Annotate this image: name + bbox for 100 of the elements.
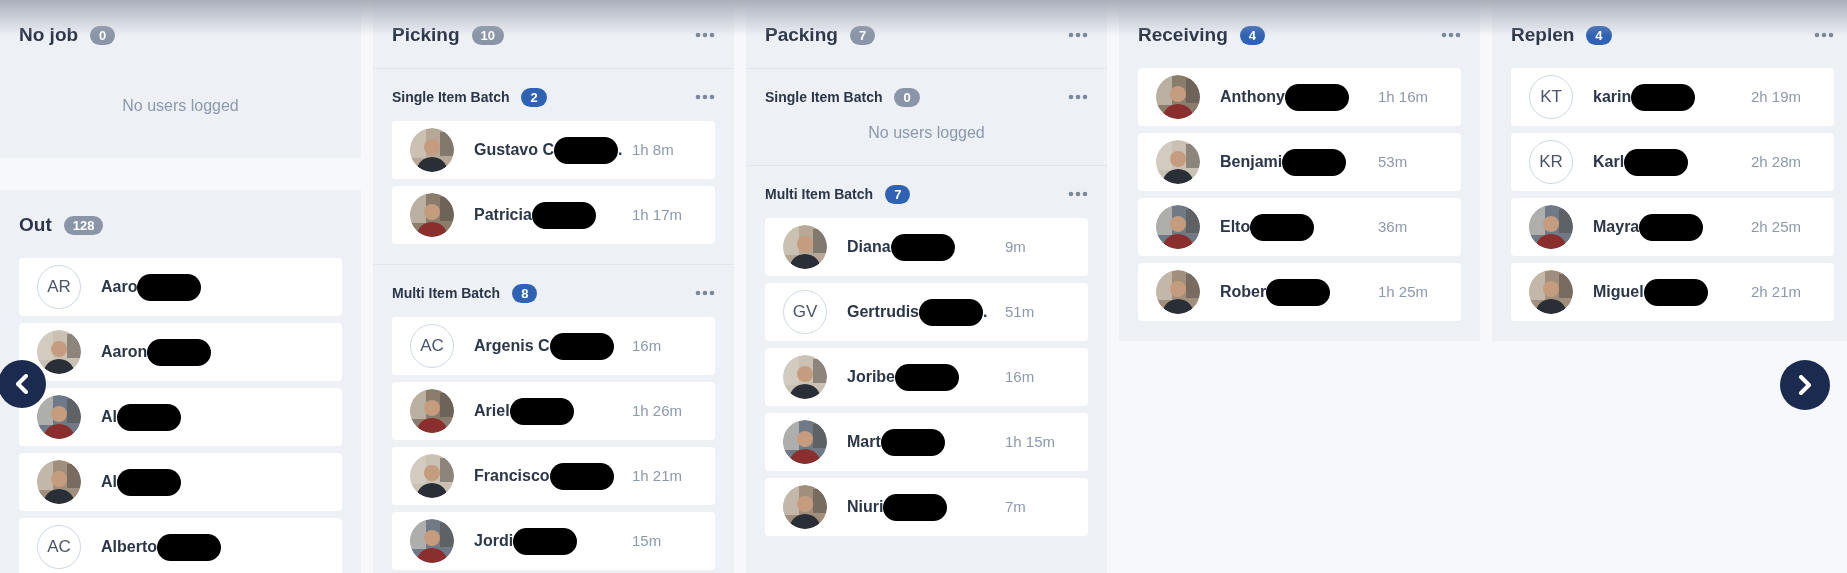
initials-avatar: AC	[37, 525, 81, 569]
user-name: Diana	[847, 237, 891, 257]
time-logged: 51m	[1005, 301, 1035, 322]
user-name: Alberto	[101, 537, 157, 557]
more-icon[interactable]	[695, 94, 715, 100]
user-name: Francisco	[474, 466, 550, 486]
initials-avatar: GV	[783, 290, 827, 334]
user-card[interactable]: GV Gertrudis . 51m	[765, 283, 1088, 341]
time-logged: 2h 21m	[1751, 281, 1802, 302]
user-card[interactable]: Joribe 16m	[765, 348, 1088, 406]
user-name: Jordi	[474, 531, 514, 551]
more-icon[interactable]	[1814, 32, 1834, 38]
user-name: Karl	[1593, 152, 1625, 172]
time-logged: 1h 26m	[632, 400, 683, 421]
panel-title: Replen	[1511, 22, 1575, 47]
panel-title: Out	[19, 212, 52, 237]
time-logged: 1h 21m	[632, 465, 683, 486]
next-button[interactable]	[1780, 360, 1830, 410]
user-name: Mayra	[1593, 217, 1640, 237]
user-name: Argenis C	[474, 336, 550, 356]
user-card[interactable]: Benjami 53m	[1138, 133, 1461, 191]
panel-title: No job	[19, 22, 79, 47]
user-card[interactable]: Diana 9m	[765, 218, 1088, 276]
time-logged: 9m	[1005, 236, 1026, 257]
count-badge: 0	[894, 87, 920, 107]
count-badge: 10	[471, 25, 505, 45]
user-card[interactable]: Al	[19, 388, 342, 446]
more-icon[interactable]	[1068, 94, 1088, 100]
panel-title: Packing	[765, 22, 838, 47]
time-logged: 1h 16m	[1378, 86, 1429, 107]
time-logged: 2h 28m	[1751, 151, 1802, 172]
more-icon[interactable]	[1441, 32, 1461, 38]
initials-avatar: KR	[1529, 140, 1573, 184]
time-logged: 2h 19m	[1751, 86, 1802, 107]
name-suffix: .	[618, 140, 623, 160]
user-card[interactable]: Mayra 2h 25m	[1511, 198, 1834, 256]
more-icon[interactable]	[695, 32, 715, 38]
user-name: Benjami	[1220, 152, 1283, 172]
user-card[interactable]: AR Aaro	[19, 258, 342, 316]
user-name: Al	[101, 407, 117, 427]
user-name: Patricia	[474, 205, 532, 225]
count-badge: 0	[90, 25, 116, 45]
time-logged: 1h 8m	[632, 139, 674, 160]
user-card[interactable]: Mart 1h 15m	[765, 413, 1088, 471]
time-logged: 16m	[1005, 366, 1035, 387]
user-card[interactable]: Ariel 1h 26m	[392, 382, 715, 440]
user-card[interactable]: Patricia 1h 17m	[392, 186, 715, 244]
time-logged: 1h 15m	[1005, 431, 1056, 452]
user-name: Ariel	[474, 401, 510, 421]
user-name: Al	[101, 472, 117, 492]
time-logged: 1h 17m	[632, 204, 683, 225]
user-name: Niuri	[847, 497, 884, 517]
name-suffix: .	[983, 302, 988, 322]
user-name: Joribe	[847, 367, 895, 387]
count-badge: 4	[1239, 25, 1265, 45]
user-card[interactable]: Anthony 1h 16m	[1138, 68, 1461, 126]
user-card[interactable]: AC Alberto	[19, 518, 342, 573]
count-badge: 7	[849, 25, 876, 45]
time-logged: 7m	[1005, 496, 1026, 517]
time-logged: 16m	[632, 335, 662, 356]
section-title: Single Item Batch	[392, 87, 510, 107]
user-card[interactable]: Elto 36m	[1138, 198, 1461, 256]
user-card[interactable]: KT karin 2h 19m	[1511, 68, 1834, 126]
initials-avatar: AC	[410, 324, 454, 368]
user-name: Mart	[847, 432, 881, 452]
more-icon[interactable]	[1068, 191, 1088, 197]
empty-message: No users logged	[868, 123, 985, 143]
more-icon[interactable]	[1068, 32, 1088, 38]
user-name: Gustavo C	[474, 140, 554, 160]
time-logged: 53m	[1378, 151, 1408, 172]
user-name: Aaro	[101, 277, 138, 297]
user-card[interactable]: Al	[19, 453, 342, 511]
count-badge: 8	[512, 283, 538, 303]
user-card[interactable]: KR Karl 2h 28m	[1511, 133, 1834, 191]
user-card[interactable]: Gustavo C . 1h 8m	[392, 121, 715, 179]
user-name: Aaron	[101, 342, 148, 362]
user-card[interactable]: Miguel 2h 21m	[1511, 263, 1834, 321]
user-card[interactable]: Jordi 15m	[392, 512, 715, 570]
user-name: Gertrudis	[847, 302, 919, 322]
chevron-right-icon	[1798, 375, 1812, 395]
section-title: Multi Item Batch	[392, 283, 501, 303]
user-card[interactable]: Niuri 7m	[765, 478, 1088, 536]
initials-avatar: AR	[37, 265, 81, 309]
time-logged: 1h 25m	[1378, 281, 1429, 302]
user-name: Anthony	[1220, 87, 1285, 107]
user-card[interactable]: Francisco 1h 21m	[392, 447, 715, 505]
user-card[interactable]: Rober 1h 25m	[1138, 263, 1461, 321]
count-badge: 7	[885, 184, 911, 204]
more-icon[interactable]	[695, 290, 715, 296]
user-card[interactable]: AC Argenis C 16m	[392, 317, 715, 375]
panel-title: Picking	[392, 22, 460, 47]
user-name: Rober	[1220, 282, 1267, 302]
section-title: Multi Item Batch	[765, 184, 874, 204]
count-badge: 128	[63, 215, 104, 235]
section-title: Single Item Batch	[765, 87, 883, 107]
panel-title: Receiving	[1138, 22, 1228, 47]
user-card[interactable]: Aaron	[19, 323, 342, 381]
time-logged: 2h 25m	[1751, 216, 1802, 237]
user-name: karin	[1593, 87, 1632, 107]
count-badge: 4	[1586, 25, 1612, 45]
